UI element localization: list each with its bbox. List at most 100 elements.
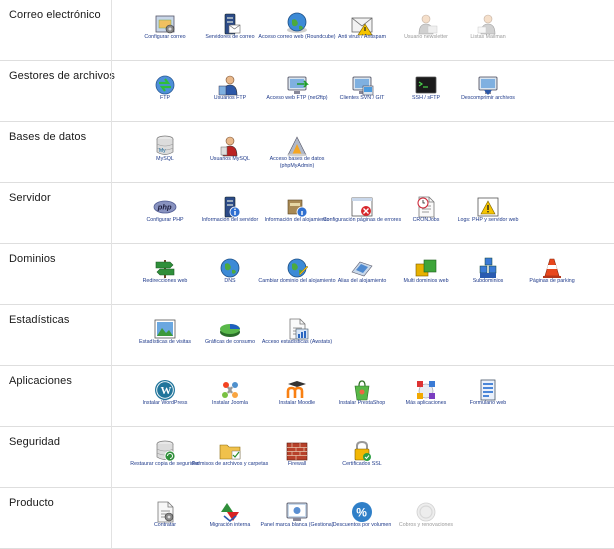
tool-link-wordpress[interactable]: W Instalar WordPress bbox=[131, 368, 199, 424]
tool-link-migration[interactable]: Migración interna bbox=[196, 490, 264, 546]
firewall-icon bbox=[285, 439, 309, 463]
web-ftp-icon bbox=[285, 73, 309, 97]
moodle-icon bbox=[285, 378, 309, 402]
tool-link-joomla[interactable]: Instalar Joomla bbox=[196, 368, 264, 424]
section-5: Estadísticas Estadísticas de visitas Gráfi… bbox=[0, 305, 614, 366]
tool-link-moodle[interactable]: Instalar Moodle bbox=[263, 368, 331, 424]
tool-link-contract[interactable]: Contratar bbox=[131, 490, 199, 546]
tool-link-hosting-info[interactable]: Información del alojamiento bbox=[263, 185, 331, 241]
tool-link-firewall[interactable]: Firewall bbox=[263, 429, 331, 485]
tool-link-ssl-lock[interactable]: Certificados SSL bbox=[328, 429, 396, 485]
cron-icon bbox=[414, 195, 438, 219]
parking-cone-icon bbox=[540, 256, 564, 280]
tool-link-subdomains[interactable]: Subdominios bbox=[454, 246, 522, 302]
antispam-icon bbox=[350, 12, 374, 36]
hosting-info-icon bbox=[285, 195, 309, 219]
tool-link-prestashop[interactable]: Instalar PrestaShop bbox=[328, 368, 396, 424]
multi-domain-icon bbox=[414, 256, 438, 280]
svg-text:W: W bbox=[161, 385, 172, 397]
section-divider bbox=[111, 183, 112, 244]
section-title: Bases de datos bbox=[9, 131, 87, 143]
ssl-lock-icon bbox=[350, 439, 374, 463]
mysql-users-icon bbox=[218, 134, 242, 158]
section-title: Producto bbox=[9, 497, 54, 509]
tool-link-multi-domain[interactable]: Multi dominios web bbox=[392, 246, 460, 302]
tool-link-svn-git[interactable]: Clientes SVN / GIT bbox=[328, 63, 396, 119]
tool-link-web-ftp[interactable]: Acceso web FTP (net2ftp) bbox=[263, 63, 331, 119]
tool-link-mysql[interactable]: My MySQL bbox=[131, 124, 199, 180]
tool-label: Certificados SSL bbox=[342, 461, 382, 467]
tool-link-server-info[interactable]: Información del servidor bbox=[196, 185, 264, 241]
discount-icon: % bbox=[350, 500, 374, 524]
tool-link-more-apps[interactable]: Más aplicaciones bbox=[392, 368, 460, 424]
webmail-icon bbox=[285, 12, 309, 36]
subdomains-icon bbox=[476, 256, 500, 280]
tool-link-error-pages[interactable]: Configuración páginas de errores bbox=[323, 185, 401, 241]
prestashop-icon bbox=[350, 378, 374, 402]
phpmyadmin-icon bbox=[285, 134, 309, 158]
tool-link-mail-settings[interactable]: Configurar correo bbox=[131, 2, 199, 58]
tool-link-pie-chart[interactable]: Gráficas de consumo bbox=[196, 307, 264, 363]
tool-link-cron[interactable]: CRONJobs bbox=[392, 185, 460, 241]
tool-link-white-label[interactable]: Panel marca blanca (Gestiona) bbox=[260, 490, 334, 546]
error-pages-icon bbox=[350, 195, 374, 219]
tool-link-webmail[interactable]: Acceso correo web (Roundcube) bbox=[258, 2, 336, 58]
pie-chart-icon bbox=[218, 317, 242, 341]
more-apps-icon bbox=[414, 378, 438, 402]
section-3: Servidor php Configurar PHP Información del… bbox=[0, 183, 614, 244]
billing-icon bbox=[414, 500, 438, 524]
section-title: Servidor bbox=[9, 192, 51, 204]
tool-link-change-domain[interactable]: Cambiar dominio del alojamiento bbox=[258, 246, 336, 302]
section-divider bbox=[111, 122, 112, 183]
backup-restore-icon bbox=[153, 439, 177, 463]
tool-link-awstats[interactable]: Acceso estadísticas (Awstats) bbox=[262, 307, 332, 363]
decompress-icon bbox=[476, 73, 500, 97]
tool-link-ftp-users[interactable]: Usuarios FTP bbox=[196, 63, 264, 119]
mail-server-icon bbox=[218, 12, 242, 36]
terminal-icon bbox=[414, 73, 438, 97]
tool-link-billing: Cobros y renovaciones bbox=[392, 490, 460, 546]
tool-link-globe[interactable]: DNS bbox=[196, 246, 264, 302]
section-divider bbox=[111, 305, 112, 366]
section-divider bbox=[111, 0, 112, 61]
section-title: Gestores de archivos bbox=[9, 70, 115, 82]
section-2: Bases de datos My MySQL Usuarios MySQL Acces… bbox=[0, 122, 614, 183]
section-title: Correo electrónico bbox=[9, 9, 101, 21]
section-6: Aplicaciones W Instalar WordPress Instalar … bbox=[0, 366, 614, 427]
tool-link-mysql-users[interactable]: Usuarios MySQL bbox=[196, 124, 264, 180]
tool-link-ftp[interactable]: FTP bbox=[131, 63, 199, 119]
tool-link-alias[interactable]: Alias del alojamiento bbox=[328, 246, 396, 302]
tool-link-php[interactable]: php Configurar PHP bbox=[131, 185, 199, 241]
section-divider bbox=[111, 366, 112, 427]
tool-link-parking-cone[interactable]: Páginas de parking bbox=[518, 246, 586, 302]
section-title: Estadísticas bbox=[9, 314, 70, 326]
tool-label: Acceso bases de datos (phpMyAdmin) bbox=[269, 156, 325, 169]
tool-link-folder-permissions[interactable]: Permisos de archivos y carpetas bbox=[192, 429, 268, 485]
tool-link-mailman: Listas Mailman bbox=[454, 2, 522, 58]
tool-link-newsletter-user: Usuario newsletter bbox=[392, 2, 460, 58]
tool-label: Logs: PHP y servidor web bbox=[457, 217, 519, 223]
tool-link-mail-server[interactable]: Servidores de correo bbox=[196, 2, 264, 58]
tool-link-decompress[interactable]: Descomprimir archivos bbox=[454, 63, 522, 119]
wordpress-icon: W bbox=[153, 378, 177, 402]
tool-link-logs-warning[interactable]: Logs: PHP y servidor web bbox=[454, 185, 522, 241]
svg-text:php: php bbox=[157, 203, 172, 212]
mailman-icon bbox=[476, 12, 500, 36]
tool-link-redirect-sign[interactable]: Redirecciones web bbox=[131, 246, 199, 302]
tool-link-phpmyadmin[interactable]: Acceso bases de datos (phpMyAdmin) bbox=[263, 124, 331, 180]
mail-settings-icon bbox=[153, 12, 177, 36]
joomla-icon bbox=[218, 378, 242, 402]
awstats-icon bbox=[285, 317, 309, 341]
change-domain-icon bbox=[285, 256, 309, 280]
tool-link-antispam[interactable]: Anti virus / Antispam bbox=[328, 2, 396, 58]
tool-link-stats-image[interactable]: Estadísticas de visitas bbox=[131, 307, 199, 363]
server-info-icon bbox=[218, 195, 242, 219]
control-panel: Correo electrónico Configurar correo Servi… bbox=[0, 0, 614, 549]
tool-link-backup-restore[interactable]: Restaurar copia de seguridad bbox=[130, 429, 200, 485]
tool-link-terminal[interactable]: SSH / sFTP bbox=[392, 63, 460, 119]
tool-label: Acceso estadísticas (Awstats) bbox=[261, 339, 333, 345]
tool-link-discount[interactable]: % Descuentos por volumen bbox=[328, 490, 396, 546]
svn-git-icon bbox=[350, 73, 374, 97]
tool-link-web-form[interactable]: Formulario web bbox=[454, 368, 522, 424]
stats-image-icon bbox=[153, 317, 177, 341]
